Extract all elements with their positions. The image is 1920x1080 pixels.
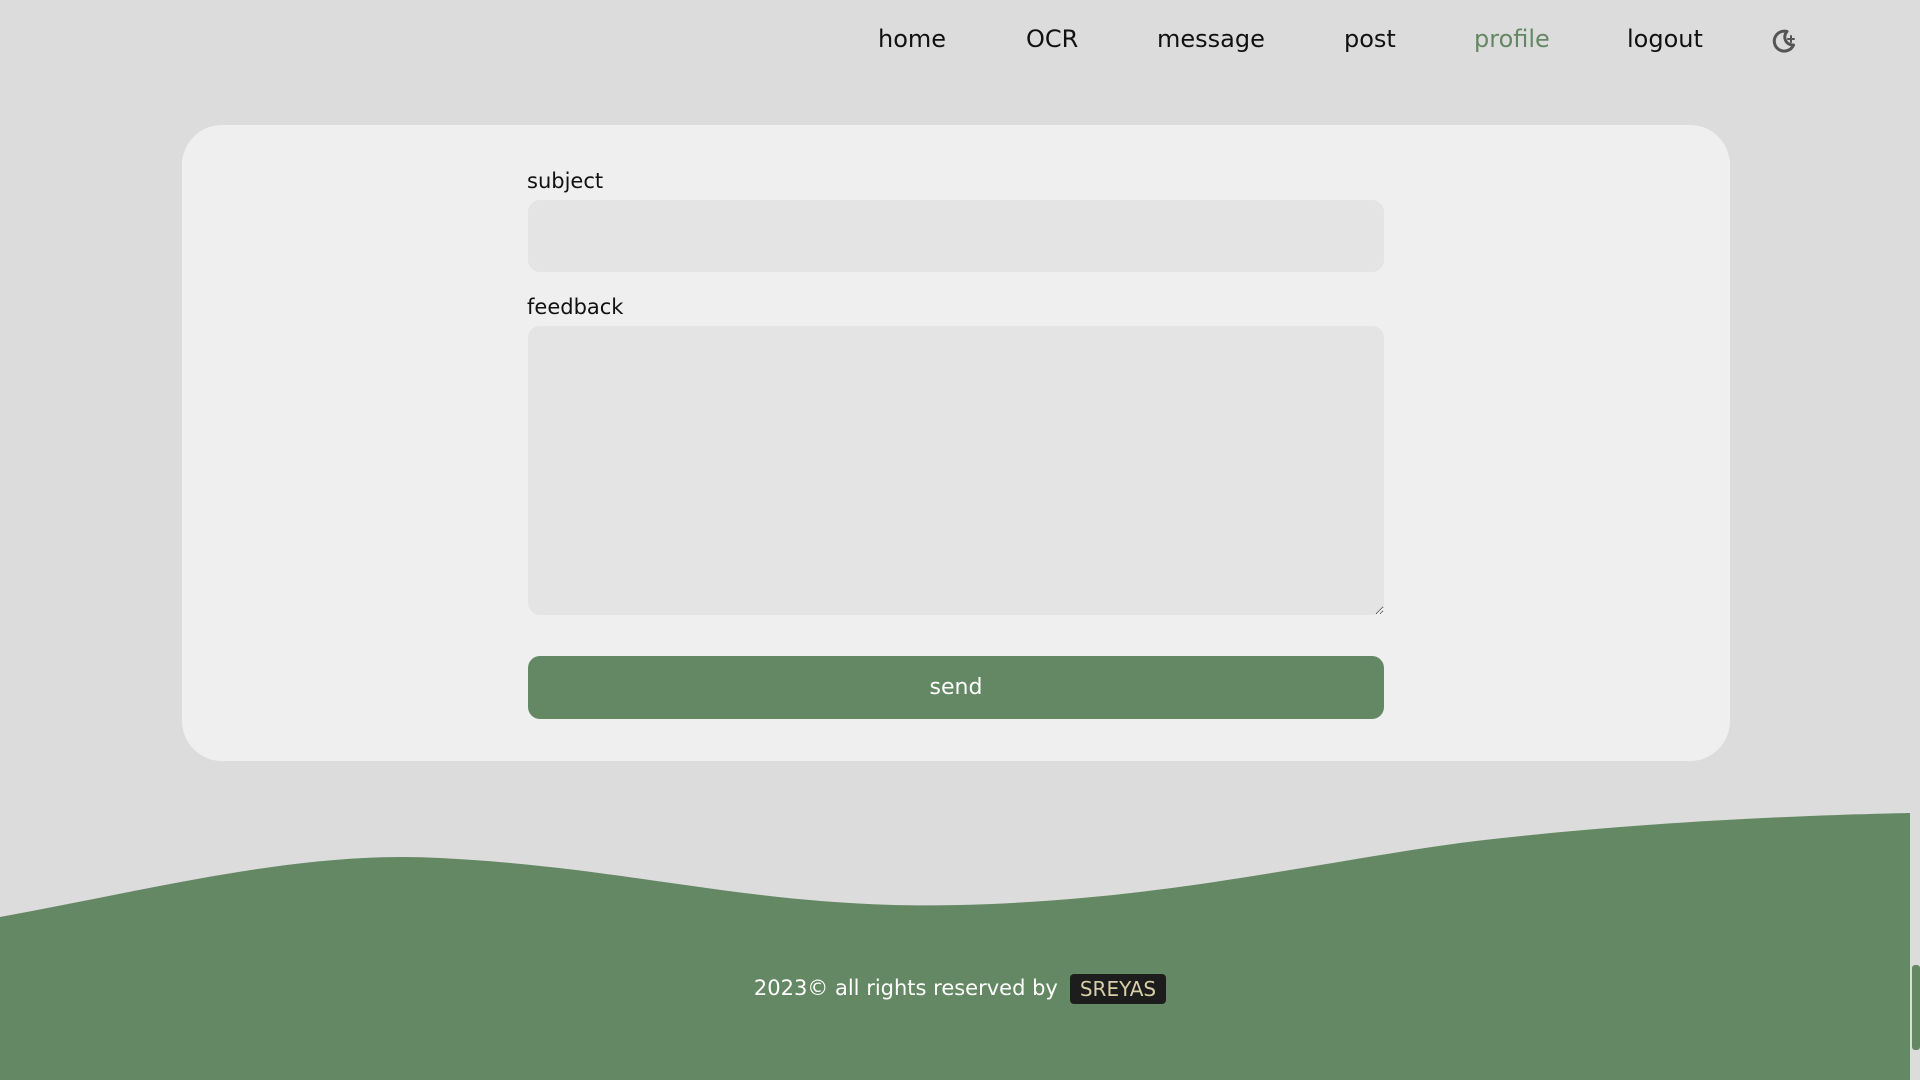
send-button[interactable]: send	[528, 656, 1384, 719]
subject-input[interactable]	[528, 200, 1384, 272]
footer: 2023© all rights reserved by SREYAS	[0, 970, 1920, 1006]
nav-logout-link[interactable]: logout	[1627, 22, 1703, 56]
feedback-card: subject feedback send	[182, 125, 1730, 761]
nav-post-link[interactable]: post	[1344, 22, 1396, 56]
nav-ocr-link[interactable]: OCR	[1026, 22, 1078, 56]
brand-badge: SREYAS	[1069, 974, 1167, 1004]
moon-icon	[1772, 29, 1795, 53]
nav-home-link[interactable]: home	[878, 22, 946, 56]
top-nav: home OCR message post profile logout	[0, 0, 1920, 78]
footer-copyright: 2023© all rights reserved by	[753, 976, 1058, 1000]
page: home OCR message post profile logout sub…	[0, 0, 1920, 1080]
nav-message-link[interactable]: message	[1157, 22, 1265, 56]
feedback-label: feedback	[527, 295, 624, 319]
subject-label: subject	[527, 169, 604, 193]
feedback-textarea[interactable]	[528, 326, 1384, 615]
footer-wave	[0, 813, 1920, 1080]
theme-toggle-button[interactable]	[1770, 27, 1798, 55]
nav-profile-link[interactable]: profile	[1474, 22, 1550, 56]
